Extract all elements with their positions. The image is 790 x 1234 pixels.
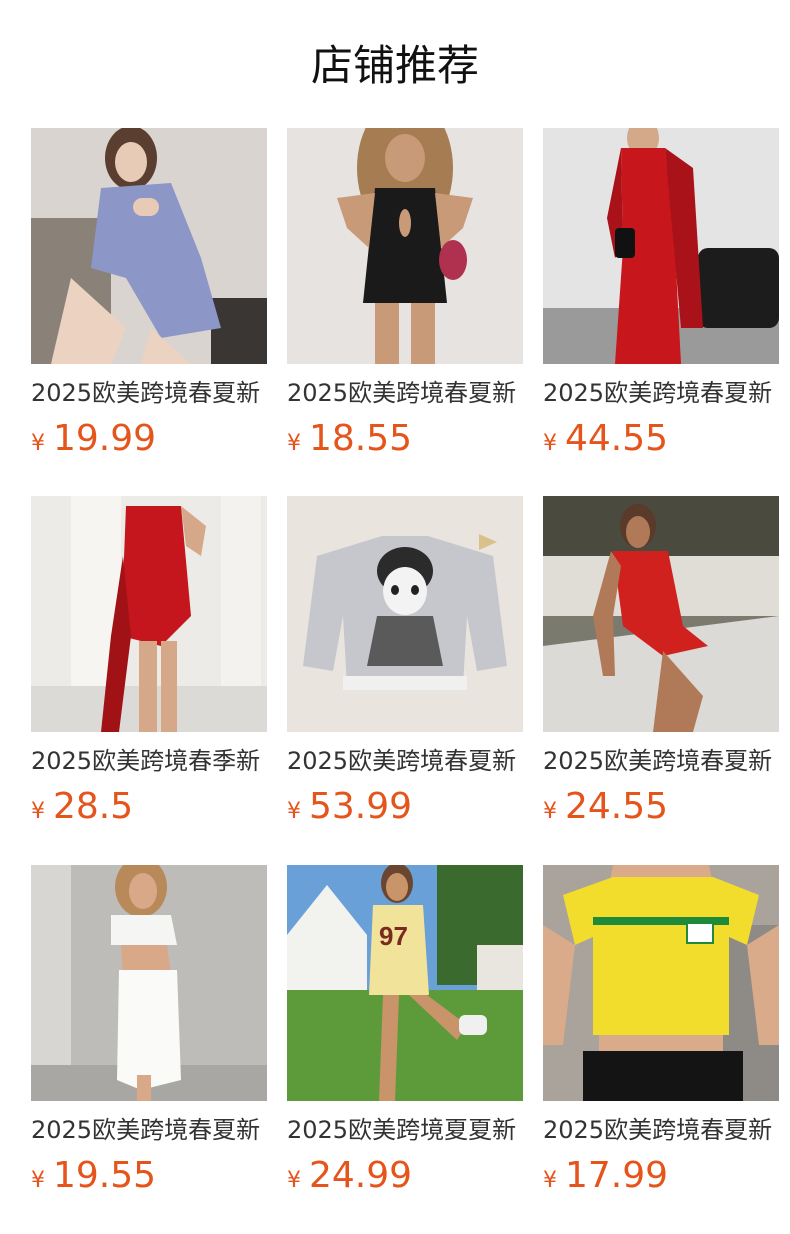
product-card[interactable]: 2025欧美跨境春夏新 ¥18.55 <box>287 128 523 459</box>
product-photo: 97 <box>287 865 523 1101</box>
page-title: 店铺推荐 <box>310 41 479 90</box>
product-image[interactable] <box>543 496 779 732</box>
price-amount: 28.5 <box>53 786 134 827</box>
product-photo <box>287 128 523 364</box>
currency-symbol: ¥ <box>543 799 557 824</box>
product-card[interactable]: 2025欧美跨境春夏新 ¥53.99 <box>287 496 523 827</box>
product-price: ¥24.55 <box>543 784 779 830</box>
product-price: ¥18.55 <box>287 416 523 462</box>
product-image[interactable] <box>543 128 779 364</box>
product-price: ¥24.99 <box>287 1153 523 1199</box>
product-photo <box>543 496 779 732</box>
currency-symbol: ¥ <box>31 799 45 824</box>
product-price: ¥19.99 <box>31 416 267 462</box>
product-card[interactable]: 2025欧美跨境春季新 ¥28.5 <box>31 496 267 827</box>
product-title[interactable]: 2025欧美跨境春夏新 <box>543 376 779 410</box>
product-title[interactable]: 2025欧美跨境春夏新 <box>287 744 523 778</box>
product-price: ¥53.99 <box>287 784 523 830</box>
currency-symbol: ¥ <box>543 1168 557 1193</box>
product-price: ¥44.55 <box>543 416 779 462</box>
price-amount: 19.99 <box>53 418 157 459</box>
product-image[interactable] <box>287 496 523 732</box>
currency-symbol: ¥ <box>287 431 301 456</box>
product-photo <box>31 865 267 1101</box>
product-title[interactable]: 2025欧美跨境春夏新 <box>287 376 523 410</box>
product-image[interactable] <box>543 865 779 1101</box>
product-photo <box>31 128 267 364</box>
price-amount: 18.55 <box>309 418 413 459</box>
product-card[interactable]: 2025欧美跨境春夏新 ¥19.55 <box>31 865 267 1196</box>
currency-symbol: ¥ <box>287 1168 301 1193</box>
product-card[interactable]: 2025欧美跨境春夏新 ¥44.55 <box>543 128 779 459</box>
product-card[interactable]: 97 2025欧美跨境夏夏新 ¥24.99 <box>287 865 523 1196</box>
product-card[interactable]: 2025欧美跨境春夏新 ¥19.99 <box>31 128 267 459</box>
product-image[interactable] <box>31 128 267 364</box>
product-photo <box>543 865 779 1101</box>
product-image[interactable] <box>31 496 267 732</box>
product-title[interactable]: 2025欧美跨境春夏新 <box>543 1113 779 1147</box>
currency-symbol: ¥ <box>287 799 301 824</box>
price-amount: 19.55 <box>53 1155 157 1196</box>
product-photo <box>543 128 779 364</box>
product-price: ¥17.99 <box>543 1153 779 1199</box>
product-price: ¥28.5 <box>31 784 267 830</box>
product-image[interactable] <box>31 865 267 1101</box>
product-title[interactable]: 2025欧美跨境春夏新 <box>31 1113 267 1147</box>
product-card[interactable]: 2025欧美跨境春夏新 ¥17.99 <box>543 865 779 1196</box>
product-image[interactable]: 97 <box>287 865 523 1101</box>
product-card[interactable]: 2025欧美跨境春夏新 ¥24.55 <box>543 496 779 827</box>
product-title[interactable]: 2025欧美跨境春夏新 <box>543 744 779 778</box>
product-title[interactable]: 2025欧美跨境夏夏新 <box>287 1113 523 1147</box>
price-amount: 53.99 <box>309 786 413 827</box>
svg-text:97: 97 <box>379 921 408 951</box>
currency-symbol: ¥ <box>31 431 45 456</box>
price-amount: 44.55 <box>565 418 669 459</box>
price-amount: 17.99 <box>565 1155 669 1196</box>
product-title[interactable]: 2025欧美跨境春夏新 <box>31 376 267 410</box>
price-amount: 24.55 <box>565 786 669 827</box>
product-price: ¥19.55 <box>31 1153 267 1199</box>
currency-symbol: ¥ <box>543 431 557 456</box>
product-image[interactable] <box>287 128 523 364</box>
product-photo <box>287 496 523 732</box>
product-title[interactable]: 2025欧美跨境春季新 <box>31 744 267 778</box>
currency-symbol: ¥ <box>31 1168 45 1193</box>
price-amount: 24.99 <box>309 1155 413 1196</box>
product-photo <box>31 496 267 732</box>
